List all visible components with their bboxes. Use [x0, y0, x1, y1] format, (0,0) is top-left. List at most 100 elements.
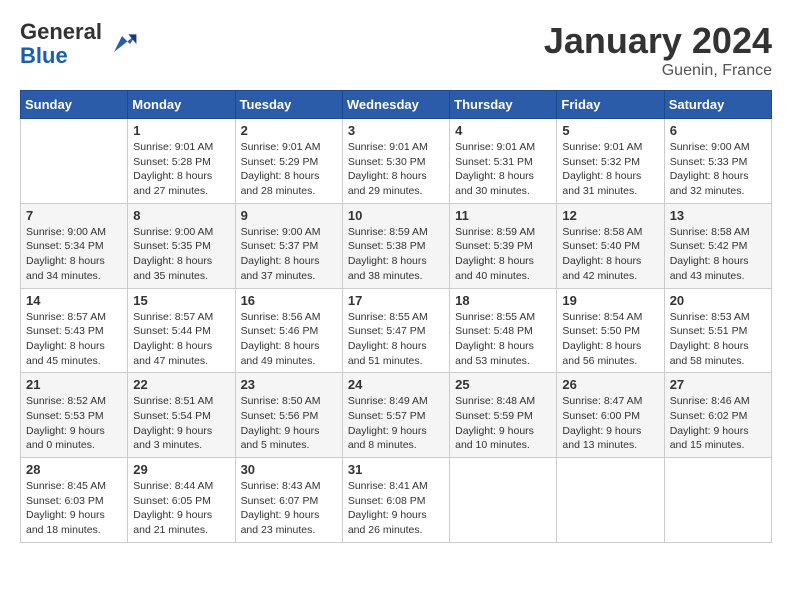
day-detail: Sunrise: 8:59 AMSunset: 5:39 PMDaylight:… — [455, 225, 551, 284]
logo-blue-text: Blue — [20, 43, 68, 68]
day-number: 8 — [133, 208, 229, 223]
calendar-cell: 4 Sunrise: 9:01 AMSunset: 5:31 PMDaylight… — [450, 119, 557, 204]
day-number: 16 — [241, 293, 337, 308]
calendar-cell: 8Sunrise: 9:00 AMSunset: 5:35 PMDaylight… — [128, 203, 235, 288]
day-detail: Sunrise: 8:51 AMSunset: 5:54 PMDaylight:… — [133, 394, 229, 453]
day-number: 6 — [670, 123, 766, 138]
day-number: 27 — [670, 377, 766, 392]
calendar-week-row: 28 Sunrise: 8:45 AMSunset: 6:03 PMDayligh… — [21, 458, 772, 543]
day-number: 25 — [455, 377, 551, 392]
day-detail: Sunrise: 8:56 AMSunset: 5:46 PMDaylight:… — [241, 310, 337, 369]
day-number: 11 — [455, 208, 551, 223]
day-detail: Sunrise: 8:57 AMSunset: 5:44 PMDaylight:… — [133, 310, 229, 369]
day-detail: Sunrise: 8:54 AMSunset: 5:50 PMDaylight:… — [562, 310, 658, 369]
day-detail: Sunrise: 8:55 AMSunset: 5:48 PMDaylight:… — [455, 310, 551, 369]
month-title: January 2024 — [544, 20, 772, 62]
calendar-cell: 14Sunrise: 8:57 AMSunset: 5:43 PMDayligh… — [21, 288, 128, 373]
calendar-cell: 2 Sunrise: 9:01 AMSunset: 5:29 PMDaylight… — [235, 119, 342, 204]
day-number: 29 — [133, 462, 229, 477]
calendar-cell — [557, 458, 664, 543]
day-number: 2 — [241, 123, 337, 138]
day-detail: Sunrise: 8:53 AMSunset: 5:51 PMDaylight:… — [670, 310, 766, 369]
day-number: 13 — [670, 208, 766, 223]
location: Guenin, France — [544, 62, 772, 80]
calendar-table: SundayMondayTuesdayWednesdayThursdayFrid… — [20, 90, 772, 543]
day-detail: Sunrise: 9:01 AMSunset: 5:30 PMDaylight:… — [348, 140, 444, 199]
logo-general-text: General — [20, 19, 102, 44]
calendar-cell: 9 Sunrise: 9:00 AMSunset: 5:37 PMDaylight… — [235, 203, 342, 288]
day-number: 1 — [133, 123, 229, 138]
day-number: 30 — [241, 462, 337, 477]
day-detail: Sunrise: 8:59 AMSunset: 5:38 PMDaylight:… — [348, 225, 444, 284]
calendar-cell: 29 Sunrise: 8:44 AMSunset: 6:05 PMDayligh… — [128, 458, 235, 543]
calendar-cell: 5 Sunrise: 9:01 AMSunset: 5:32 PMDaylight… — [557, 119, 664, 204]
calendar-cell: 1Sunrise: 9:01 AMSunset: 5:28 PMDaylight… — [128, 119, 235, 204]
day-number: 12 — [562, 208, 658, 223]
day-number: 22 — [133, 377, 229, 392]
calendar-cell: 7 Sunrise: 9:00 AMSunset: 5:34 PMDaylight… — [21, 203, 128, 288]
calendar-cell: 10Sunrise: 8:59 AMSunset: 5:38 PMDayligh… — [342, 203, 449, 288]
calendar-cell: 12Sunrise: 8:58 AMSunset: 5:40 PMDayligh… — [557, 203, 664, 288]
day-header-wednesday: Wednesday — [342, 91, 449, 119]
calendar-cell: 3 Sunrise: 9:01 AMSunset: 5:30 PMDaylight… — [342, 119, 449, 204]
day-detail: Sunrise: 9:01 AMSunset: 5:29 PMDaylight:… — [241, 140, 337, 199]
calendar-cell: 13Sunrise: 8:58 AMSunset: 5:42 PMDayligh… — [664, 203, 771, 288]
calendar-cell: 15 Sunrise: 8:57 AMSunset: 5:44 PMDayligh… — [128, 288, 235, 373]
title-block: January 2024 Guenin, France — [544, 20, 772, 80]
calendar-cell: 19Sunrise: 8:54 AMSunset: 5:50 PMDayligh… — [557, 288, 664, 373]
day-number: 20 — [670, 293, 766, 308]
day-detail: Sunrise: 8:47 AMSunset: 6:00 PMDaylight:… — [562, 394, 658, 453]
day-detail: Sunrise: 8:49 AMSunset: 5:57 PMDaylight:… — [348, 394, 444, 453]
day-number: 17 — [348, 293, 444, 308]
calendar-cell: 31Sunrise: 8:41 AMSunset: 6:08 PMDayligh… — [342, 458, 449, 543]
calendar-cell: 18 Sunrise: 8:55 AMSunset: 5:48 PMDayligh… — [450, 288, 557, 373]
day-header-monday: Monday — [128, 91, 235, 119]
calendar-week-row: 21 Sunrise: 8:52 AMSunset: 5:53 PMDayligh… — [21, 373, 772, 458]
day-number: 26 — [562, 377, 658, 392]
day-number: 21 — [26, 377, 122, 392]
day-number: 5 — [562, 123, 658, 138]
day-number: 28 — [26, 462, 122, 477]
day-detail: Sunrise: 8:52 AMSunset: 5:53 PMDaylight:… — [26, 394, 122, 453]
logo-icon — [106, 28, 138, 60]
day-detail: Sunrise: 8:44 AMSunset: 6:05 PMDaylight:… — [133, 479, 229, 538]
day-number: 18 — [455, 293, 551, 308]
calendar-cell: 27Sunrise: 8:46 AMSunset: 6:02 PMDayligh… — [664, 373, 771, 458]
calendar-cell: 23Sunrise: 8:50 AMSunset: 5:56 PMDayligh… — [235, 373, 342, 458]
day-number: 7 — [26, 208, 122, 223]
calendar-cell: 6 Sunrise: 9:00 AMSunset: 5:33 PMDaylight… — [664, 119, 771, 204]
calendar-cell: 21 Sunrise: 8:52 AMSunset: 5:53 PMDayligh… — [21, 373, 128, 458]
calendar-cell: 20 Sunrise: 8:53 AMSunset: 5:51 PMDayligh… — [664, 288, 771, 373]
day-number: 24 — [348, 377, 444, 392]
day-number: 9 — [241, 208, 337, 223]
calendar-cell: 30 Sunrise: 8:43 AMSunset: 6:07 PMDayligh… — [235, 458, 342, 543]
day-detail: Sunrise: 9:00 AMSunset: 5:34 PMDaylight:… — [26, 225, 122, 284]
page-header: General Blue January 2024 Guenin, France — [20, 20, 772, 80]
day-detail: Sunrise: 8:43 AMSunset: 6:07 PMDaylight:… — [241, 479, 337, 538]
day-detail: Sunrise: 8:41 AMSunset: 6:08 PMDaylight:… — [348, 479, 444, 538]
day-detail: Sunrise: 8:48 AMSunset: 5:59 PMDaylight:… — [455, 394, 551, 453]
day-detail: Sunrise: 9:01 AMSunset: 5:32 PMDaylight:… — [562, 140, 658, 199]
calendar-cell: 24 Sunrise: 8:49 AMSunset: 5:57 PMDayligh… — [342, 373, 449, 458]
day-detail: Sunrise: 8:55 AMSunset: 5:47 PMDaylight:… — [348, 310, 444, 369]
day-number: 4 — [455, 123, 551, 138]
day-header-thursday: Thursday — [450, 91, 557, 119]
calendar-cell — [450, 458, 557, 543]
day-header-sunday: Sunday — [21, 91, 128, 119]
calendar-cell: 28 Sunrise: 8:45 AMSunset: 6:03 PMDayligh… — [21, 458, 128, 543]
calendar-cell: 26 Sunrise: 8:47 AMSunset: 6:00 PMDayligh… — [557, 373, 664, 458]
day-number: 3 — [348, 123, 444, 138]
day-detail: Sunrise: 9:00 AMSunset: 5:37 PMDaylight:… — [241, 225, 337, 284]
calendar-cell: 17 Sunrise: 8:55 AMSunset: 5:47 PMDayligh… — [342, 288, 449, 373]
calendar-week-row: 14Sunrise: 8:57 AMSunset: 5:43 PMDayligh… — [21, 288, 772, 373]
calendar-header-row: SundayMondayTuesdayWednesdayThursdayFrid… — [21, 91, 772, 119]
day-detail: Sunrise: 9:01 AMSunset: 5:31 PMDaylight:… — [455, 140, 551, 199]
day-number: 14 — [26, 293, 122, 308]
day-detail: Sunrise: 9:00 AMSunset: 5:33 PMDaylight:… — [670, 140, 766, 199]
calendar-cell: 16 Sunrise: 8:56 AMSunset: 5:46 PMDayligh… — [235, 288, 342, 373]
day-header-friday: Friday — [557, 91, 664, 119]
calendar-cell — [664, 458, 771, 543]
calendar-cell: 11 Sunrise: 8:59 AMSunset: 5:39 PMDayligh… — [450, 203, 557, 288]
day-detail: Sunrise: 8:45 AMSunset: 6:03 PMDaylight:… — [26, 479, 122, 538]
day-number: 15 — [133, 293, 229, 308]
